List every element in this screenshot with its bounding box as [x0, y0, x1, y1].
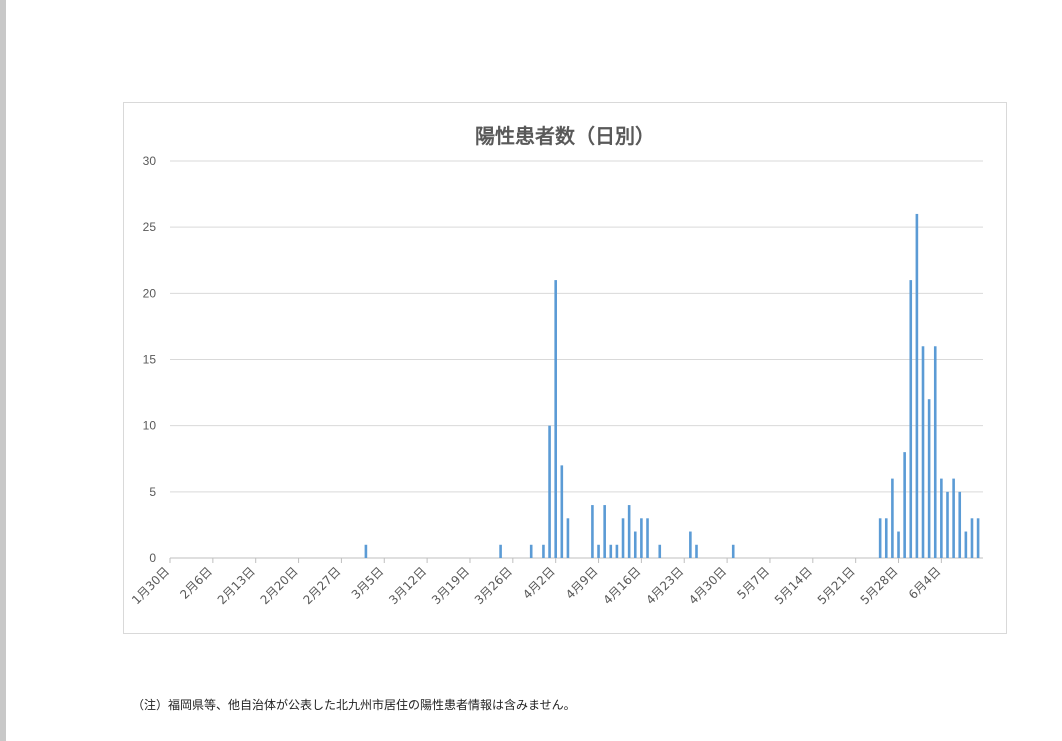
x-tick-label: 2月27日 [300, 564, 343, 607]
chart-frame: 陽性患者数（日別） 0 5 10 15 20 25 30 1月30日 2月6日 2月13日 2月2… [123, 102, 1007, 634]
bar [946, 491, 949, 558]
bar [542, 544, 545, 558]
bar [970, 518, 974, 558]
bar [621, 518, 625, 558]
x-tick-label: 2月13日 [215, 564, 258, 607]
bar [897, 531, 900, 558]
bar [927, 399, 931, 558]
bar [499, 544, 502, 558]
bar [609, 544, 613, 558]
bar [940, 478, 943, 558]
bar [689, 531, 692, 558]
y-axis-tick-labels: 0 5 10 15 20 25 30 [143, 154, 157, 565]
bar [646, 518, 649, 558]
bar [597, 544, 600, 558]
positive-cases-bar-chart: 陽性患者数（日別） 051015202530 1月30日 2月6日 2月13日 2月2… [129, 124, 983, 607]
x-tick-label: 3月5日 [349, 564, 387, 602]
y-tick-label: 10 [143, 419, 157, 433]
bar [958, 491, 962, 558]
bar [878, 518, 882, 558]
x-tick-label: 5月28日 [858, 564, 901, 607]
bar [915, 213, 919, 558]
bar [903, 452, 906, 558]
x-tick-label: 3月26日 [472, 564, 515, 607]
bar [640, 518, 643, 558]
bar [566, 518, 570, 558]
bar [615, 544, 619, 558]
bar [554, 280, 557, 558]
bar [633, 531, 637, 558]
x-tick-label: 6月4日 [906, 564, 944, 602]
bar [731, 544, 735, 558]
x-axis-tick-labels: 1月30日 2月6日 2月13日 2月20日 2月27日 3月5日 3月12日 3月19日 3月… [129, 558, 943, 607]
bar [909, 280, 913, 558]
x-tick-label: 2月6日 [177, 564, 215, 602]
footnote: （注）福岡県等、他自治体が公表した北九州市居住の陽性患者情報は含みません。 [132, 698, 576, 712]
chart-title: 陽性患者数（日別） [475, 124, 655, 148]
x-tick-label: 1月30日 [129, 564, 172, 607]
bar [548, 425, 551, 558]
bar [627, 505, 631, 558]
bar [952, 478, 955, 558]
bar [560, 465, 564, 558]
y-tick-label: 20 [143, 286, 157, 300]
bar [933, 346, 937, 558]
bar [921, 346, 925, 558]
y-tick-label: 25 [143, 220, 157, 234]
bar [964, 531, 968, 558]
gridlines [170, 160, 983, 559]
x-tick-label: 4月16日 [600, 564, 643, 607]
bar [658, 544, 662, 558]
x-tick-label: 2月20日 [258, 564, 301, 607]
x-tick-label: 4月9日 [563, 564, 601, 602]
bar [976, 518, 980, 558]
x-tick-label: 4月30日 [686, 564, 729, 607]
bar [884, 518, 888, 558]
x-tick-label: 5月14日 [772, 564, 815, 607]
y-tick-label: 5 [149, 485, 156, 499]
bar [695, 544, 698, 558]
x-tick-label: 5月7日 [734, 564, 772, 602]
window-left-edge [0, 0, 6, 741]
bar [529, 544, 533, 558]
x-tick-label: 3月19日 [429, 564, 472, 607]
y-tick-label: 0 [149, 551, 156, 565]
x-tick-label: 5月21日 [815, 564, 858, 607]
bars [364, 213, 980, 558]
x-tick-label: 3月12日 [386, 564, 429, 607]
y-tick-label: 15 [143, 353, 157, 367]
y-tick-label: 30 [143, 154, 157, 168]
bar [591, 505, 594, 558]
x-tick-label: 4月2日 [520, 564, 558, 602]
bar [891, 478, 894, 558]
bar [603, 505, 606, 558]
bar [364, 544, 368, 558]
x-tick-label: 4月23日 [643, 564, 686, 607]
